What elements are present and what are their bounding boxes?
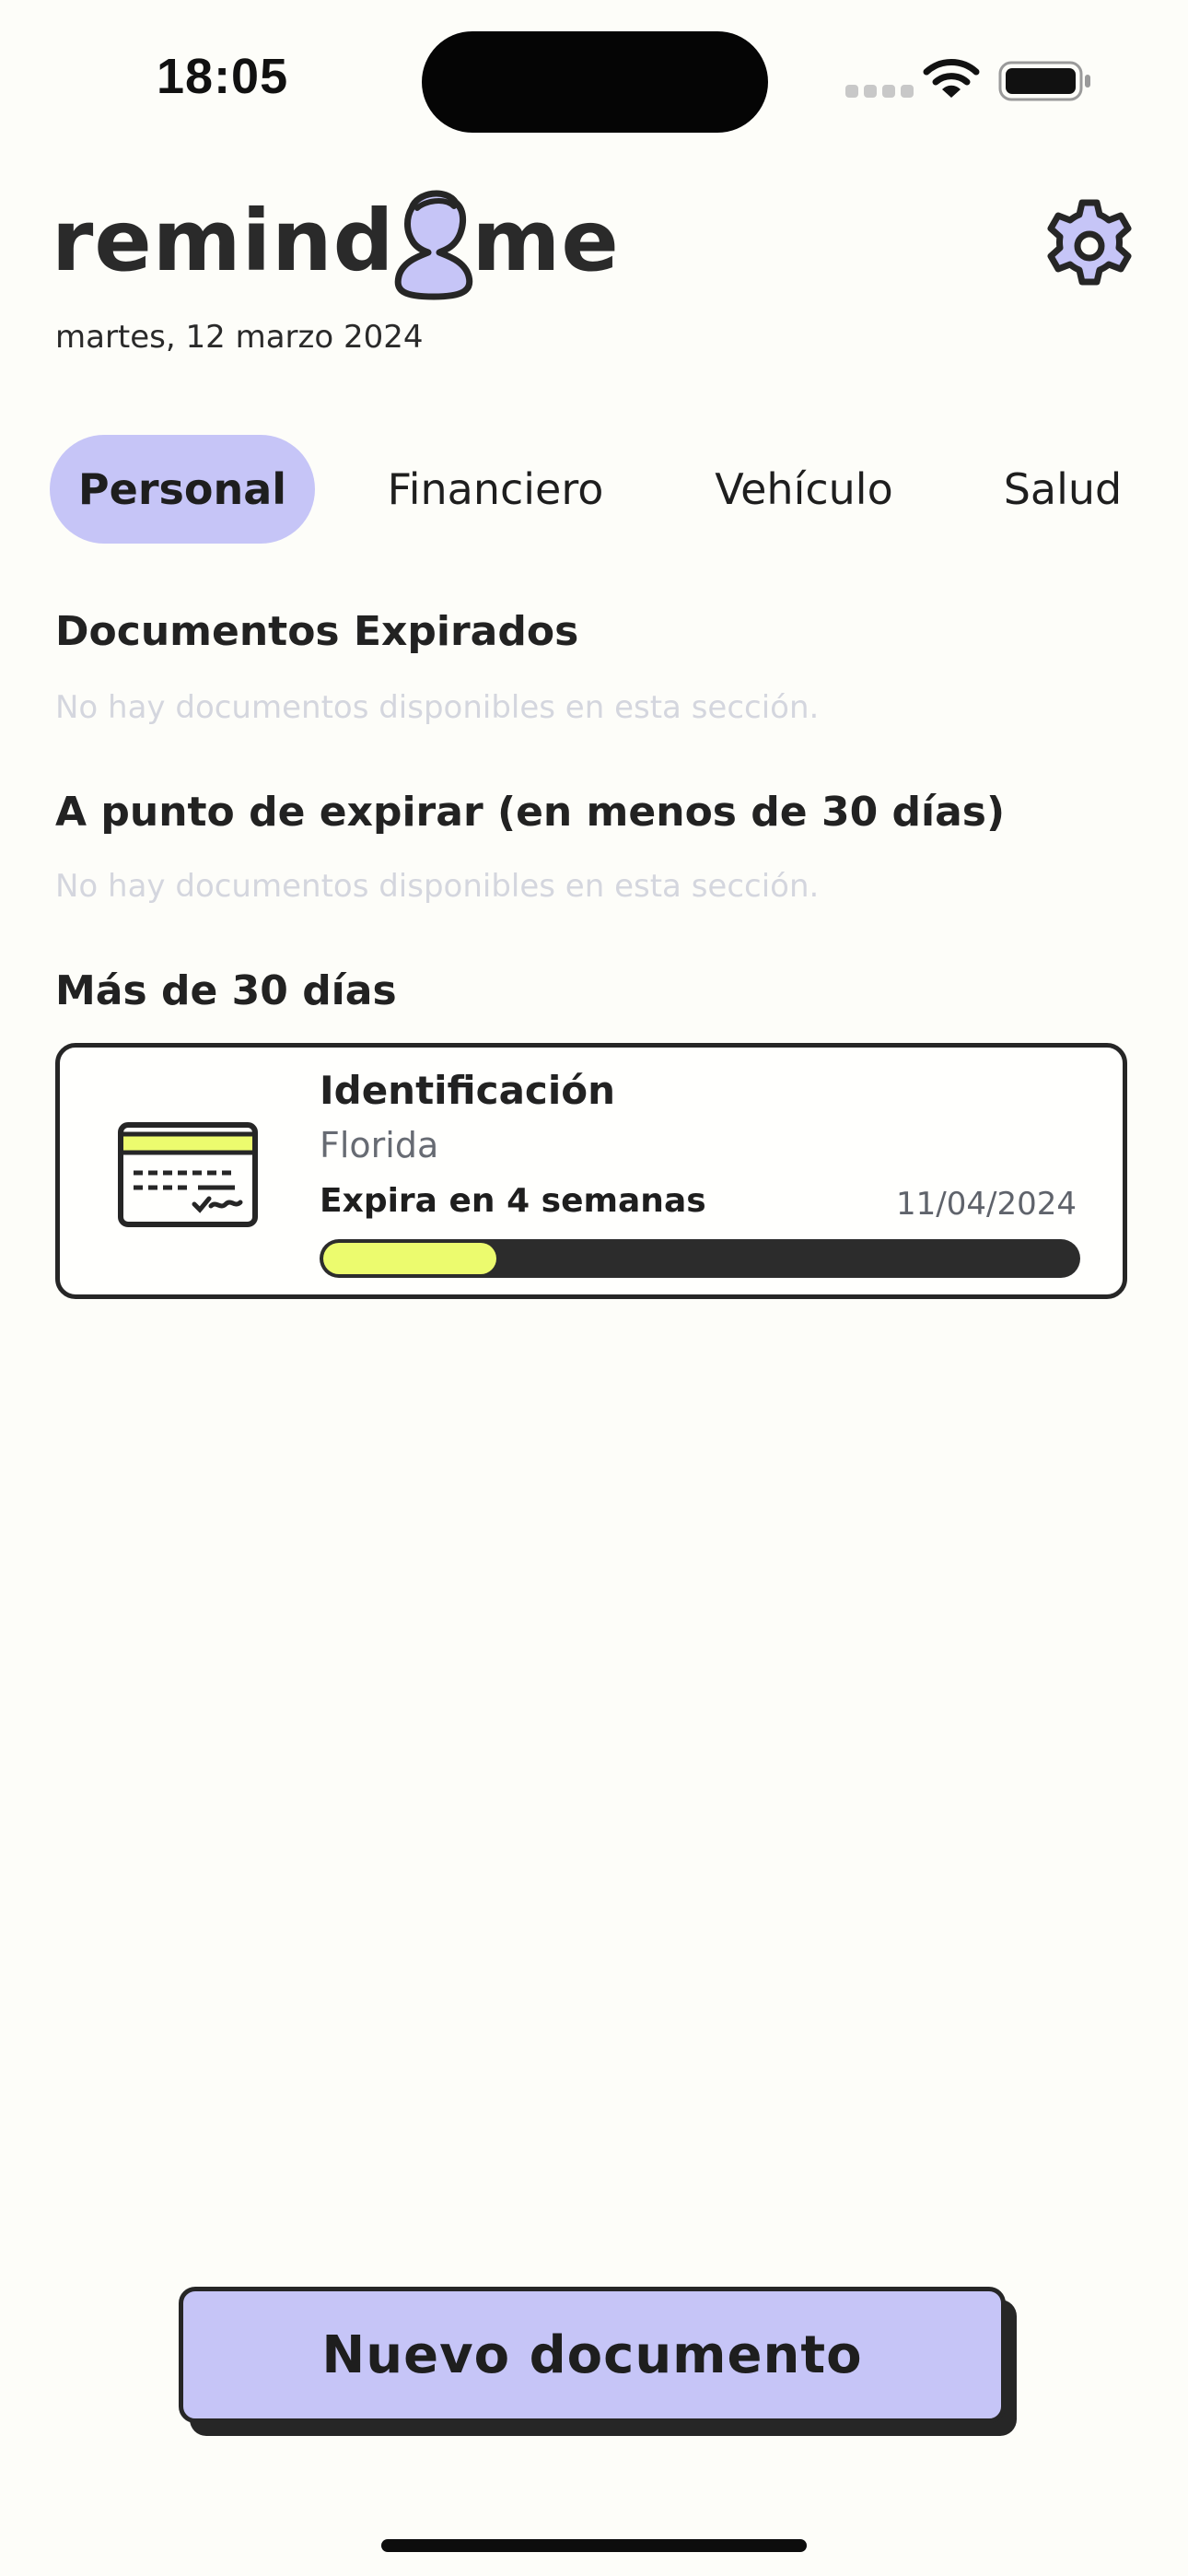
document-expiry-date: 11/04/2024 (896, 1186, 1077, 1223)
document-location: Florida (320, 1125, 439, 1165)
tab-salud[interactable]: Salud (980, 435, 1146, 544)
person-icon (394, 190, 472, 300)
logo-text-left: remind (52, 192, 395, 290)
section-title-expired: Documentos Expirados (55, 608, 579, 655)
section-title-expiring-soon: A punto de expirar (en menos de 30 días) (55, 789, 1006, 836)
tab-vehiculo[interactable]: Vehículo (689, 435, 919, 544)
document-card[interactable]: Identificación Florida Expira en 4 seman… (55, 1043, 1127, 1299)
document-expiry-text: Expira en 4 semanas (320, 1182, 706, 1220)
expiry-progress-fill (323, 1243, 496, 1274)
gear-icon (1047, 199, 1132, 286)
cellular-signal-icon (845, 85, 914, 98)
app-logo: remind me (52, 171, 620, 300)
wifi-icon (923, 57, 980, 103)
empty-message-expiring-soon: No hay documentos disponibles en esta se… (55, 868, 820, 905)
status-time: 18:05 (157, 49, 289, 104)
battery-icon (998, 61, 1094, 105)
logo-text-right: me (472, 192, 620, 290)
tab-personal[interactable]: Personal (50, 435, 315, 544)
tab-financiero[interactable]: Financiero (357, 435, 634, 544)
dynamic-island (422, 31, 768, 133)
settings-button[interactable] (1039, 195, 1140, 297)
section-title-later: Más de 30 días (55, 967, 397, 1014)
id-card-icon (117, 1121, 259, 1232)
new-document-button[interactable]: Nuevo documento (179, 2287, 1006, 2423)
empty-message-expired: No hay documentos disponibles en esta se… (55, 689, 820, 726)
document-title: Identificación (320, 1068, 615, 1113)
current-date: martes, 12 marzo 2024 (55, 319, 424, 356)
expiry-progress-bar (320, 1239, 1080, 1278)
home-indicator (381, 2539, 807, 2552)
